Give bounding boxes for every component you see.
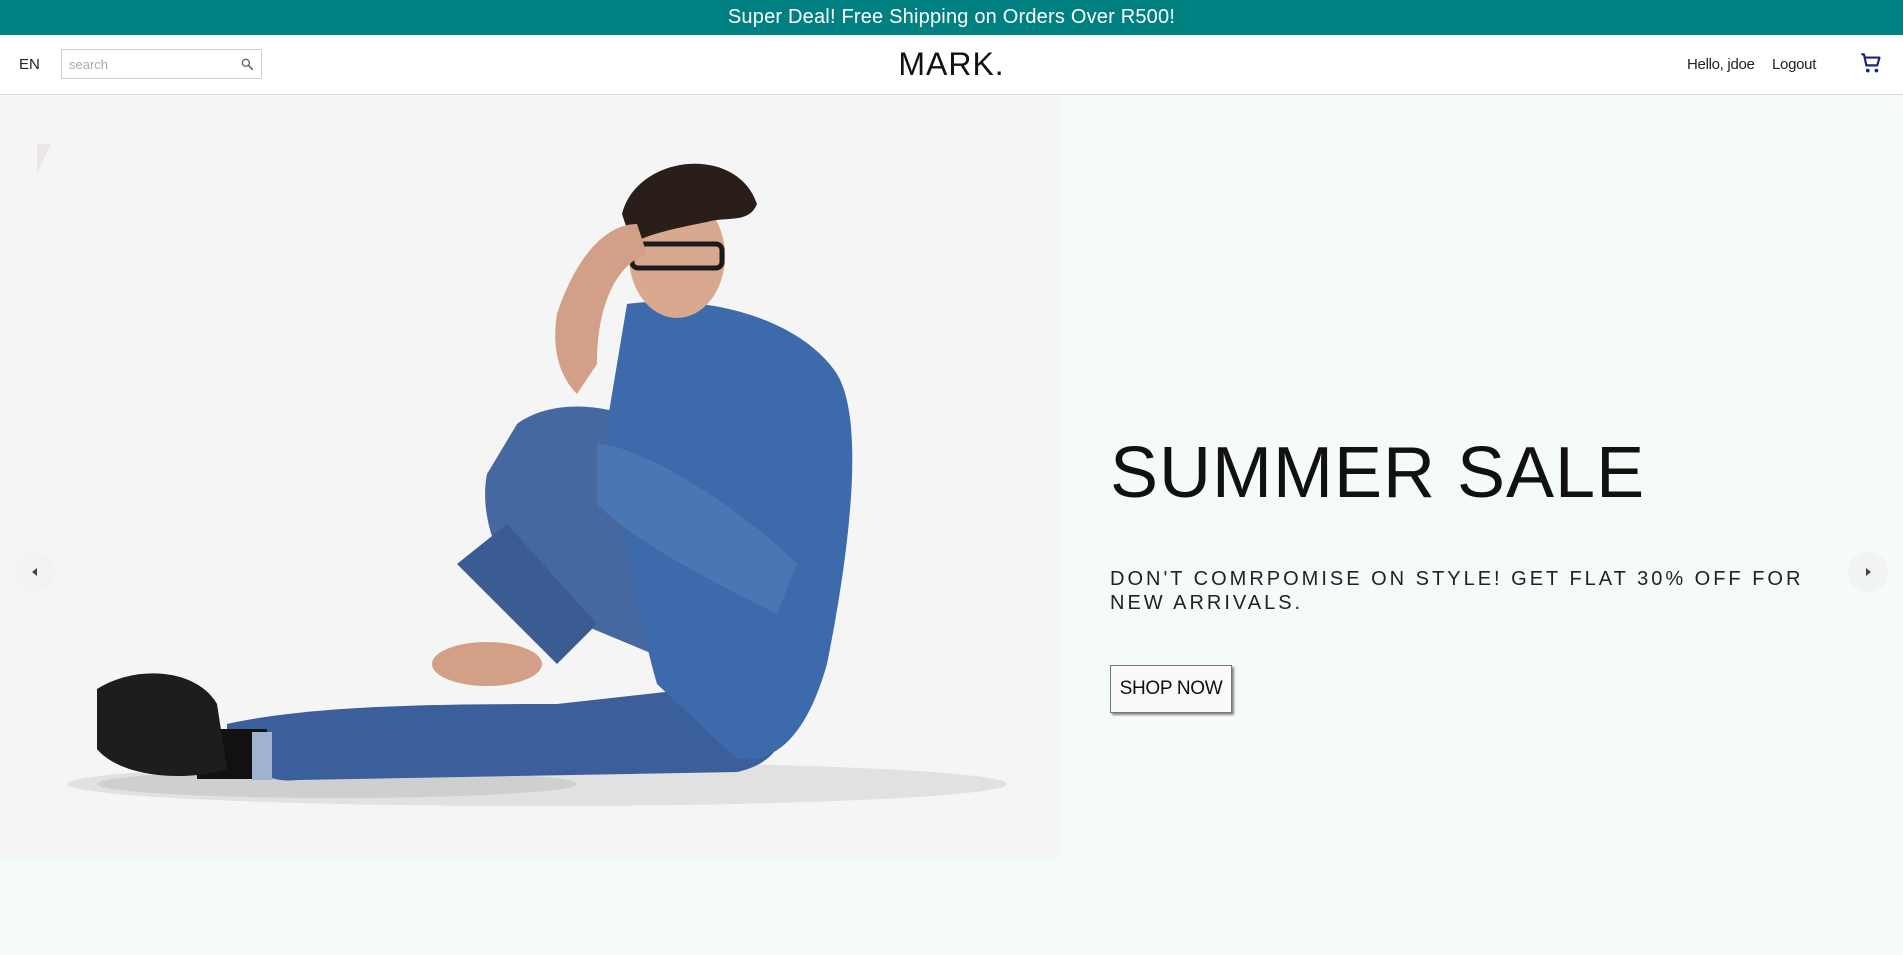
search-box bbox=[61, 49, 262, 79]
announcement-bar: Super Deal! Free Shipping on Orders Over… bbox=[0, 0, 1903, 35]
hero-image-panel bbox=[0, 96, 1060, 858]
arrow-right-icon bbox=[1866, 568, 1871, 576]
shopping-cart-icon[interactable] bbox=[1858, 50, 1884, 76]
language-selector[interactable]: EN bbox=[19, 56, 40, 73]
carousel-prev-button[interactable] bbox=[15, 552, 55, 592]
page-content-area bbox=[0, 858, 1903, 955]
carousel-next-button[interactable] bbox=[1848, 552, 1888, 592]
announcement-text: Super Deal! Free Shipping on Orders Over… bbox=[727, 6, 1176, 28]
hero-photo bbox=[37, 144, 1060, 810]
search-icon[interactable] bbox=[240, 57, 254, 71]
user-greeting: Hello, jdoe bbox=[1687, 56, 1755, 73]
navbar: EN MARK. Hello, jdoe Logout bbox=[0, 35, 1903, 95]
search-input[interactable] bbox=[62, 50, 237, 78]
hero-subtitle: Don't comrpomise on style! Get flat 30% … bbox=[1110, 568, 1804, 614]
arrow-left-icon bbox=[32, 568, 37, 576]
shop-now-button[interactable]: SHOP NOW bbox=[1110, 665, 1232, 713]
brand-logo[interactable]: MARK. bbox=[0, 46, 1903, 83]
hero-title: SUMMER SALE bbox=[1110, 433, 1646, 513]
logout-link[interactable]: Logout bbox=[1772, 56, 1816, 73]
